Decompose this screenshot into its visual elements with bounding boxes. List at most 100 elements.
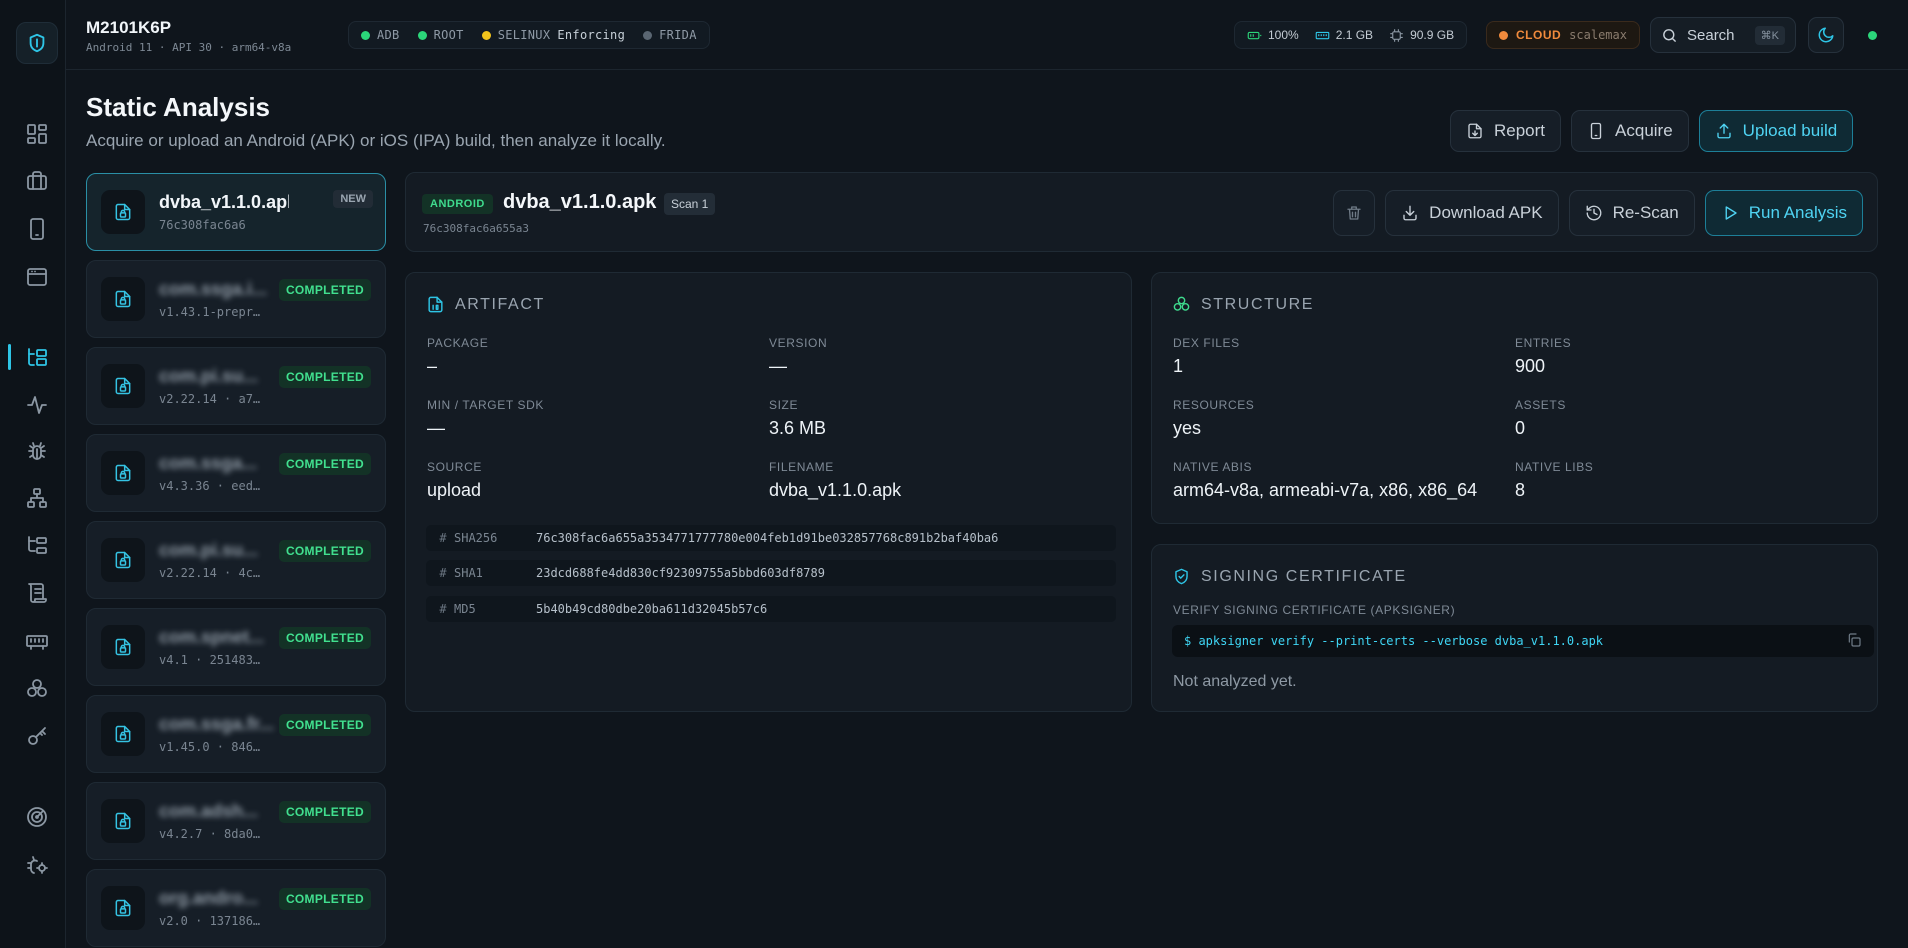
boxes-icon[interactable] — [20, 672, 54, 706]
folder-tree-icon[interactable] — [20, 340, 54, 374]
platform-badge: ANDROID — [422, 194, 493, 214]
memory-icon[interactable] — [20, 624, 54, 658]
build-icon — [101, 886, 145, 930]
smartphone-icon[interactable] — [20, 212, 54, 246]
selected-build-hash: 76c308fac6a655a3 — [423, 222, 529, 235]
report-button[interactable]: Report — [1450, 110, 1562, 152]
copy-icon[interactable] — [1846, 632, 1862, 651]
status-label: ROOT — [433, 28, 464, 42]
status-dot — [643, 30, 653, 40]
play-icon — [1725, 206, 1737, 220]
status-value: Enforcing — [557, 28, 626, 42]
hash-label: SHA1 — [454, 566, 483, 580]
upload-icon — [1716, 123, 1731, 139]
apksigner-command[interactable]: $ apksigner verify --print-certs --verbo… — [1172, 625, 1874, 657]
build-card[interactable]: com.spnet... v4.1 · 251483… COMPLETED — [86, 608, 386, 686]
build-meta: v2.22.14 · a7… — [159, 392, 261, 406]
bug-icon[interactable] — [20, 434, 54, 468]
download-apk-button[interactable]: Download APK — [1385, 190, 1559, 236]
hash-value: 23dcd688fe4dd830cf92309755a5bbd603df8789 — [536, 566, 825, 580]
run-analysis-button[interactable]: Run Analysis — [1704, 190, 1863, 236]
network-icon[interactable] — [20, 481, 54, 515]
hash-row-sha256[interactable]: # SHA256 76c308fac6a655a3534771777780e00… — [426, 525, 1116, 551]
download-apk-label: Download APK — [1429, 203, 1543, 222]
hash-value: 5b40b49cd80dbe20ba611d32045b57c6 — [536, 602, 768, 616]
status-label: SELINUX — [497, 28, 551, 42]
build-status-badge: NEW — [333, 190, 373, 208]
cloud-label: CLOUD — [1516, 28, 1562, 42]
entries-value: 900 — [1515, 356, 1546, 376]
page-subtitle: Acquire or upload an Android (APK) or iO… — [86, 131, 666, 150]
radar-icon[interactable] — [20, 800, 54, 834]
build-card[interactable]: dvba_v1.1.0.apk 76c308fac6a6 NEW — [86, 173, 386, 251]
build-meta: v1.43.1-prepr… — [159, 305, 261, 319]
dashboard-icon[interactable] — [20, 117, 54, 151]
file-report-icon — [1468, 123, 1482, 139]
build-card[interactable]: com.pi.su... v2.22.14 · 4c… COMPLETED — [86, 521, 386, 599]
cloud-status[interactable]: CLOUD scalemax — [1486, 21, 1640, 49]
bug-settings-icon[interactable] — [20, 848, 54, 882]
app-logo[interactable] — [16, 22, 58, 64]
ram-metric: 2.1 GB — [1315, 28, 1373, 43]
build-card[interactable]: com.ssga... v4.3.36 · eed… COMPLETED — [86, 434, 386, 512]
scan-badge: Scan 1 — [664, 193, 716, 215]
artifact-title-text: ARTIFACT — [455, 295, 545, 313]
scroll-icon[interactable] — [20, 576, 54, 610]
file-binary-icon — [428, 296, 443, 313]
size-label: SIZE — [769, 398, 799, 412]
build-card[interactable]: com.pi.su... v2.22.14 · a7… COMPLETED — [86, 347, 386, 425]
delete-button[interactable] — [1333, 190, 1376, 236]
upload-build-button[interactable]: Upload build — [1698, 110, 1854, 152]
verify-label: VERIFY SIGNING CERTIFICATE (APKSIGNER) — [1173, 603, 1456, 617]
hash-row-md5[interactable]: # MD5 5b40b49cd80dbe20ba611d32045b57c6 — [426, 596, 1116, 622]
native-abis-value: arm64-v8a, armeabi-v7a, x86, x86_64 — [1173, 480, 1478, 500]
file-lock-icon — [115, 812, 131, 830]
build-name: com.pi.su... — [159, 366, 259, 386]
command-text: $ apksigner verify --print-certs --verbo… — [1184, 634, 1604, 648]
build-card[interactable]: com.ssga.fr... v1.45.0 · 846… COMPLETED — [86, 695, 386, 773]
build-name: dvba_v1.1.0.apk — [159, 192, 289, 212]
theme-toggle-button[interactable] — [1808, 17, 1844, 53]
build-icon — [101, 451, 145, 495]
list-tree-icon[interactable] — [20, 528, 54, 562]
build-name: org.andro... — [159, 888, 258, 908]
key-icon[interactable] — [20, 720, 54, 754]
hash-row-sha1[interactable]: # SHA1 23dcd688fe4dd830cf92309755a5bbd60… — [426, 560, 1116, 586]
status-label: ADB — [377, 28, 400, 42]
activity-icon[interactable] — [20, 388, 54, 422]
structure-panel: STRUCTURE DEX FILES 1 ENTRIES 900 RESOUR… — [1151, 272, 1878, 524]
signing-panel: SIGNING CERTIFICATE VERIFY SIGNING CERTI… — [1151, 544, 1878, 712]
status-root[interactable]: ROOT — [417, 28, 464, 42]
search-button[interactable]: Search ⌘K — [1650, 17, 1796, 53]
assets-label: ASSETS — [1515, 398, 1566, 412]
build-card[interactable]: com.adsh... v4.2.7 · 8da0… COMPLETED — [86, 782, 386, 860]
moon-icon — [1818, 27, 1834, 43]
briefcase-icon[interactable] — [20, 164, 54, 198]
file-lock-icon — [115, 203, 131, 221]
hash-label: MD5 — [454, 602, 476, 616]
history-icon — [1586, 205, 1601, 221]
battery-value: 100% — [1268, 28, 1299, 42]
artifact-panel: ARTIFACT PACKAGE – VERSION — MIN / TARGE… — [405, 272, 1132, 712]
build-card[interactable]: org.andro... v2.0 · 137186… COMPLETED — [86, 869, 386, 947]
build-card[interactable]: com.ssga.i... v1.43.1-prepr… COMPLETED — [86, 260, 386, 338]
build-name: com.ssga.i... — [159, 279, 268, 299]
status-adb[interactable]: ADB — [361, 28, 400, 42]
status-selinux[interactable]: SELINUX Enforcing — [481, 28, 626, 42]
build-status-badge: COMPLETED — [278, 279, 371, 301]
build-status-badge: COMPLETED — [278, 888, 371, 910]
rescan-button[interactable]: Re-Scan — [1568, 190, 1695, 236]
nav-active-indicator — [8, 344, 11, 370]
selected-build-name: dvba_v1.1.0.apk — [503, 191, 657, 213]
build-icon — [101, 712, 145, 756]
artifact-title: ARTIFACT — [426, 295, 545, 314]
rescan-label: Re-Scan — [1612, 203, 1679, 222]
app-window-icon[interactable] — [20, 260, 54, 294]
sidebar — [0, 0, 66, 948]
acquire-button[interactable]: Acquire — [1571, 110, 1689, 152]
package-label: PACKAGE — [427, 336, 489, 350]
sdk-value: — — [427, 418, 445, 438]
status-frida[interactable]: FRIDA — [643, 28, 697, 42]
build-name: com.ssga.fr... — [159, 714, 275, 734]
native-libs-value: 8 — [1515, 480, 1526, 500]
